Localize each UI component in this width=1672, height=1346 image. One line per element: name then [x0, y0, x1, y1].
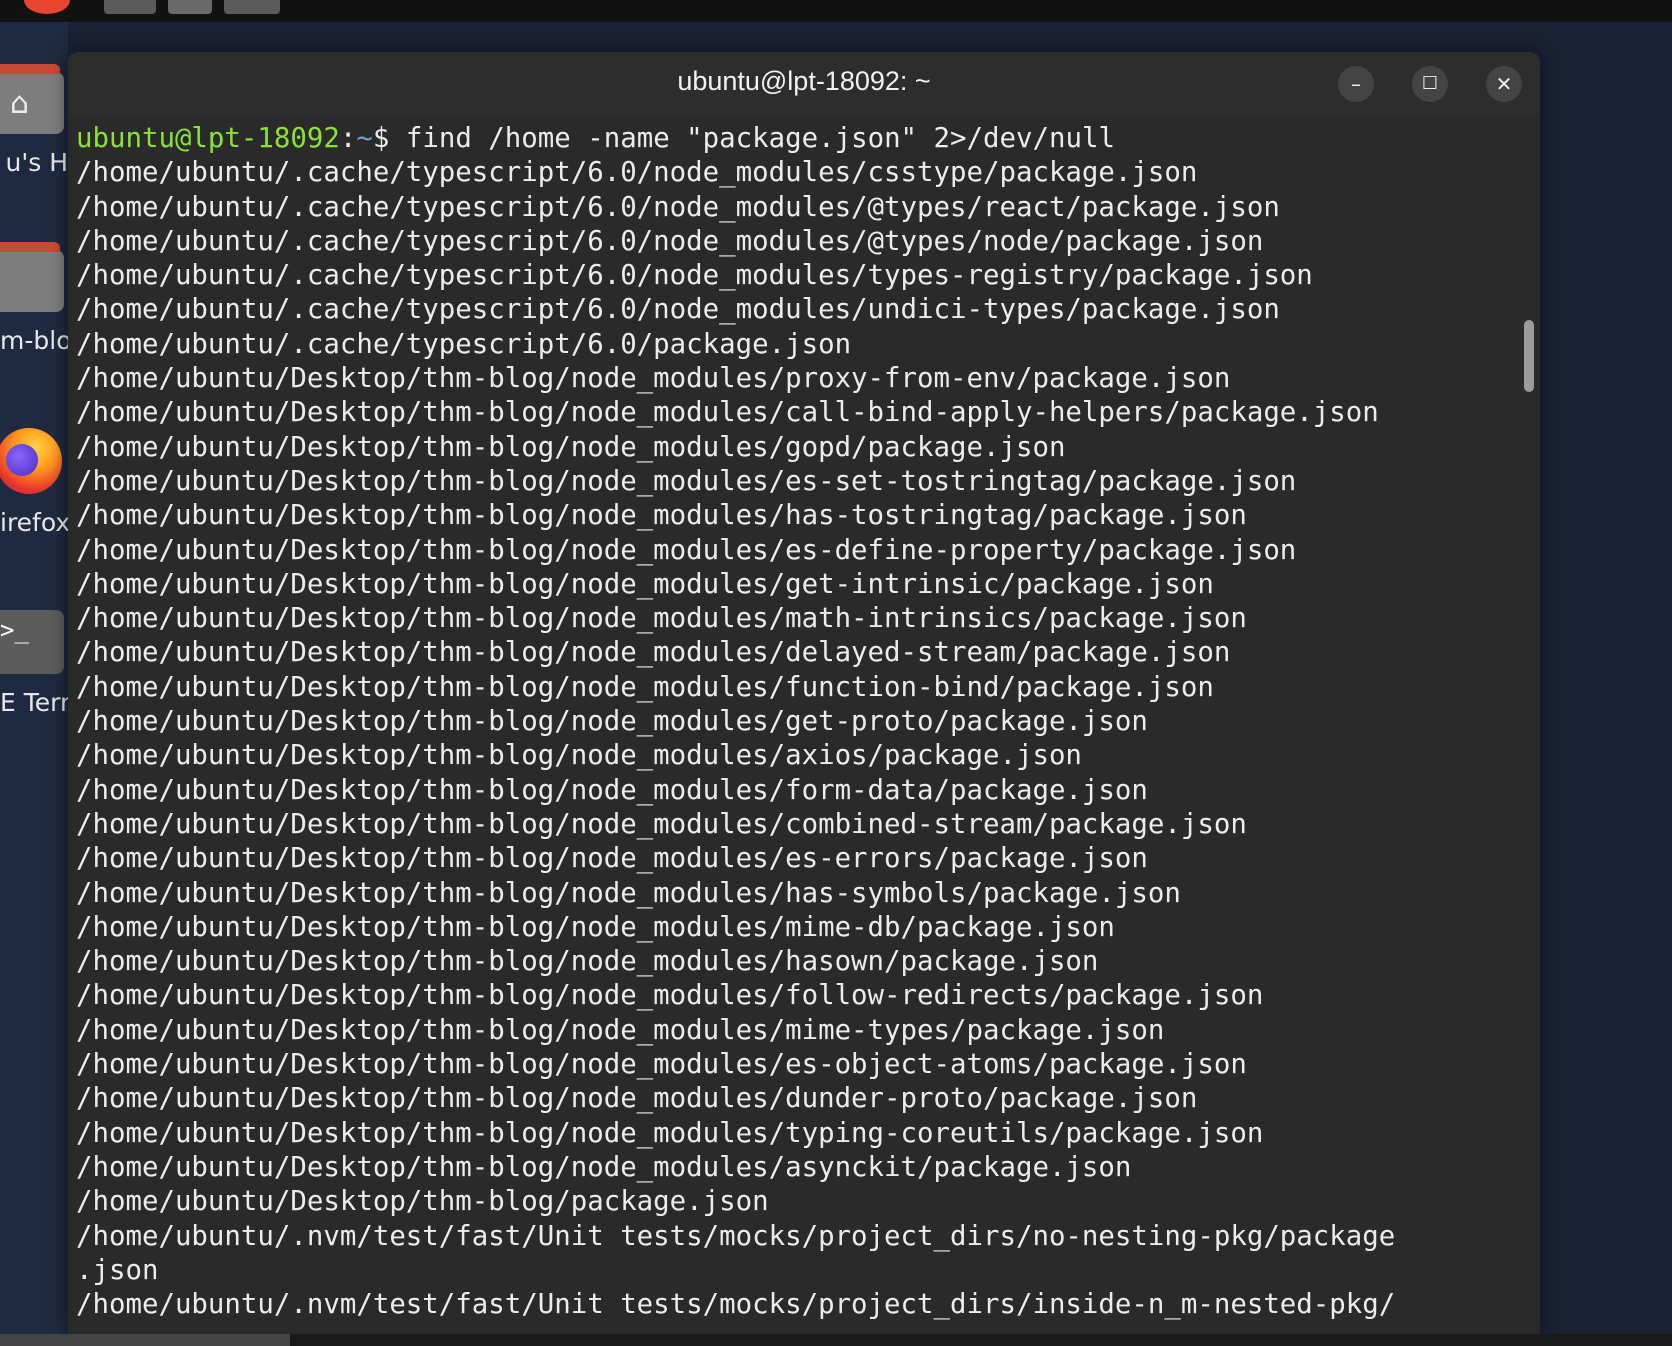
output-line: /home/ubuntu/Desktop/thm-blog/node_modul… — [76, 877, 1181, 909]
prompt-user: ubuntu@lpt-18092 — [76, 123, 340, 154]
home-folder-icon: ⌂ — [0, 64, 64, 134]
output-line: /home/ubuntu/Desktop/thm-blog/node_modul… — [76, 431, 1066, 463]
firefox-icon — [0, 422, 64, 494]
output-line: /home/ubuntu/.nvm/test/fast/Unit tests/m… — [76, 1289, 1396, 1321]
taskbar-item-2[interactable] — [168, 0, 212, 14]
terminal-output[interactable]: ubuntu@lpt-18092:~$ find /home -name "pa… — [76, 122, 1516, 1332]
output-line: /home/ubuntu/.nvm/test/fast/Unit tests/m… — [76, 1220, 1396, 1252]
output-line: /home/ubuntu/Desktop/thm-blog/node_modul… — [76, 1117, 1264, 1149]
top-system-bar — [0, 0, 1672, 22]
output-line: /home/ubuntu/Desktop/thm-blog/node_modul… — [76, 603, 1247, 635]
folder-icon — [0, 242, 64, 312]
house-icon: ⌂ — [10, 86, 30, 121]
terminal-scrollbar[interactable] — [1524, 320, 1534, 392]
desktop-icons-strip: ⌂ u's H m-blo irefox >_ E Tern — [0, 22, 68, 1346]
output-line: /home/ubuntu/Desktop/thm-blog/node_modul… — [76, 1014, 1165, 1046]
taskbar-item-3[interactable] — [224, 0, 280, 14]
desktop-item-folder-label: m-blo — [0, 326, 68, 355]
desktop-item-home[interactable]: ⌂ — [0, 64, 64, 134]
output-line: /home/ubuntu/Desktop/thm-blog/node_modul… — [76, 637, 1231, 669]
output-line: /home/ubuntu/Desktop/thm-blog/package.js… — [76, 1186, 769, 1218]
output-line: /home/ubuntu/Desktop/thm-blog/node_modul… — [76, 946, 1099, 978]
app-menu-icon[interactable] — [24, 0, 70, 14]
output-line: /home/ubuntu/.cache/typescript/6.0/node_… — [76, 225, 1264, 257]
output-lines: /home/ubuntu/.cache/typescript/6.0/node_… — [76, 156, 1516, 1322]
output-line: /home/ubuntu/Desktop/thm-blog/node_modul… — [76, 500, 1247, 532]
prompt-path: ~ — [356, 123, 373, 154]
terminal-window[interactable]: ubuntu@lpt-18092: ~ – ☐ ✕ ubuntu@lpt-180… — [68, 52, 1540, 1334]
output-line: /home/ubuntu/.cache/typescript/6.0/node_… — [76, 157, 1198, 189]
desktop-item-firefox[interactable] — [0, 422, 64, 494]
prompt-line: ubuntu@lpt-18092:~$ find /home -name "pa… — [76, 122, 1516, 156]
desktop-item-firefox-label: irefox — [0, 508, 68, 537]
output-line: /home/ubuntu/.cache/typescript/6.0/node_… — [76, 294, 1280, 326]
close-button[interactable]: ✕ — [1486, 66, 1522, 102]
output-line: /home/ubuntu/.cache/typescript/6.0/node_… — [76, 191, 1280, 223]
command-text: find /home -name "package.json" 2>/dev/n… — [405, 123, 1115, 154]
output-line: /home/ubuntu/Desktop/thm-blog/node_modul… — [76, 568, 1214, 600]
minimize-button[interactable]: – — [1338, 66, 1374, 102]
desktop-item-home-label: u's H — [5, 148, 69, 177]
maximize-button[interactable]: ☐ — [1412, 66, 1448, 102]
bottom-bar-segment — [0, 1334, 290, 1346]
window-title: ubuntu@lpt-18092: ~ — [677, 66, 931, 96]
output-line: .json — [76, 1254, 159, 1286]
output-line: /home/ubuntu/Desktop/thm-blog/node_modul… — [76, 397, 1379, 429]
desktop-item-terminal-label: E Tern — [0, 688, 68, 717]
output-line: /home/ubuntu/Desktop/thm-blog/node_modul… — [76, 465, 1297, 497]
output-line: /home/ubuntu/Desktop/thm-blog/node_modul… — [76, 980, 1264, 1012]
output-line: /home/ubuntu/Desktop/thm-blog/node_modul… — [76, 1151, 1132, 1183]
terminal-icon: >_ — [0, 610, 64, 674]
output-line: /home/ubuntu/Desktop/thm-blog/node_modul… — [76, 363, 1231, 395]
output-line: /home/ubuntu/Desktop/thm-blog/node_modul… — [76, 1083, 1198, 1115]
output-line: /home/ubuntu/Desktop/thm-blog/node_modul… — [76, 740, 1082, 772]
output-line: /home/ubuntu/Desktop/thm-blog/node_modul… — [76, 808, 1247, 840]
output-line: /home/ubuntu/Desktop/thm-blog/node_modul… — [76, 1049, 1247, 1081]
output-line: /home/ubuntu/Desktop/thm-blog/node_modul… — [76, 671, 1214, 703]
window-titlebar[interactable]: ubuntu@lpt-18092: ~ – ☐ ✕ — [68, 52, 1540, 116]
output-line: /home/ubuntu/Desktop/thm-blog/node_modul… — [76, 911, 1115, 943]
desktop-item-folder[interactable] — [0, 242, 64, 312]
prompt-separator: : — [339, 123, 357, 154]
taskbar-item-1[interactable] — [104, 0, 156, 14]
output-line: /home/ubuntu/Desktop/thm-blog/node_modul… — [76, 534, 1297, 566]
desktop-item-terminal[interactable]: >_ — [0, 610, 64, 674]
output-line: /home/ubuntu/Desktop/thm-blog/node_modul… — [76, 843, 1148, 875]
output-line: /home/ubuntu/.cache/typescript/6.0/node_… — [76, 260, 1313, 292]
prompt-symbol: $ — [372, 123, 406, 154]
terminal-glyph: >_ — [0, 616, 29, 644]
bottom-bar — [0, 1334, 1672, 1346]
output-line: /home/ubuntu/Desktop/thm-blog/node_modul… — [76, 706, 1148, 738]
output-line: /home/ubuntu/Desktop/thm-blog/node_modul… — [76, 774, 1148, 806]
output-line: /home/ubuntu/.cache/typescript/6.0/packa… — [76, 328, 852, 360]
